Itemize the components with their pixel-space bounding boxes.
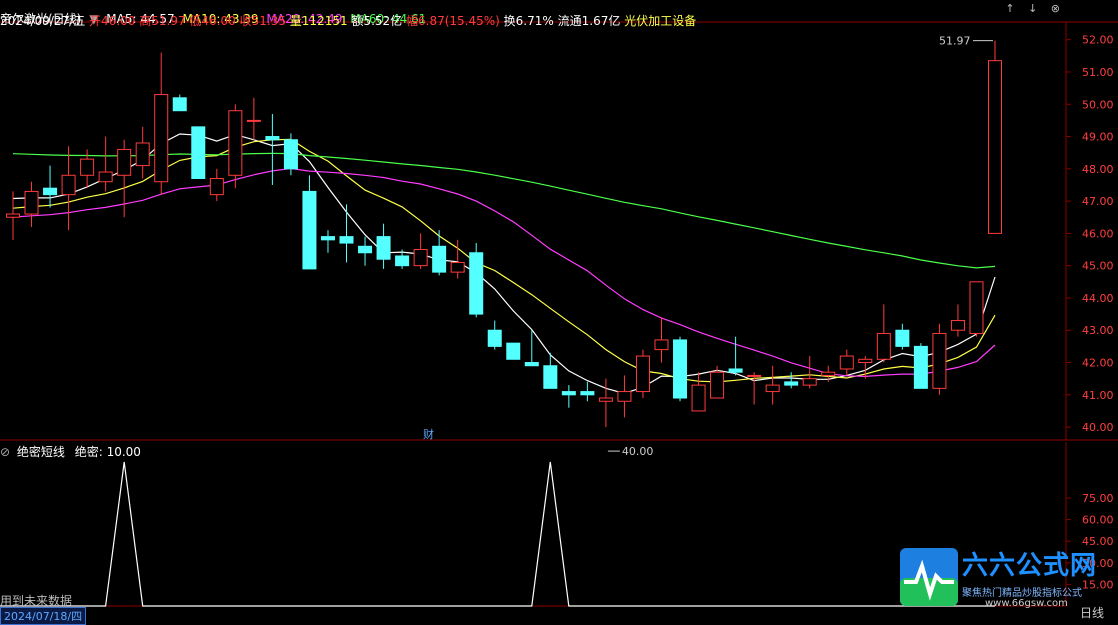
open-label: 开46.00: [89, 14, 136, 28]
price-tick-label: 50.00: [1082, 98, 1114, 111]
watermark-url: www.66gsw.com: [985, 598, 1068, 609]
candle[interactable]: [506, 342, 521, 360]
price-tick-label: 40.00: [1082, 421, 1114, 434]
sector-label[interactable]: 光伏加工设备: [624, 14, 696, 28]
main-chart-grid: [0, 21, 1118, 441]
candle[interactable]: [339, 204, 354, 263]
candle[interactable]: [487, 320, 502, 350]
date-label: 2024/09/27/五: [0, 14, 86, 28]
indicator-tick-label: 75.00: [1082, 492, 1114, 505]
candle[interactable]: [561, 385, 576, 408]
candle[interactable]: [876, 304, 891, 363]
candle[interactable]: [469, 243, 484, 318]
sub-header: ⊘ 绝密短线 绝密: 10.00: [0, 445, 141, 459]
low-price-label: 40.00: [622, 445, 654, 458]
top-toolbar: ↑ ↓ ⊗: [995, 2, 1060, 15]
chart-canvas: 40.00 41.00 42.00 43.00 44.00 45.00 46.00 47.00…: [0, 21, 1118, 607]
price-tick-label: 41.00: [1082, 389, 1114, 402]
candle[interactable]: [654, 317, 669, 363]
candle[interactable]: [765, 365, 780, 405]
candle[interactable]: [265, 113, 280, 185]
candle[interactable]: [691, 372, 706, 412]
price-tick-label: 49.00: [1082, 131, 1114, 144]
indicator-tick-label: 60.00: [1082, 514, 1114, 527]
candle[interactable]: [43, 165, 58, 208]
candle[interactable]: [283, 133, 298, 176]
high-label: 高51.97: [139, 14, 186, 28]
candle[interactable]: [913, 343, 928, 389]
candle[interactable]: [617, 375, 632, 418]
indicator-settings-icon[interactable]: ⊘: [0, 445, 10, 459]
price-tick-label: 44.00: [1082, 292, 1114, 305]
indicator-line: [0, 461, 995, 607]
candle[interactable]: [839, 349, 854, 376]
candle[interactable]: [895, 323, 910, 350]
candle[interactable]: [635, 349, 650, 399]
candle[interactable]: [24, 181, 39, 227]
float-label: 流通1.67亿: [557, 14, 621, 28]
candle[interactable]: [191, 126, 206, 180]
candle[interactable]: [320, 230, 335, 253]
indicator-name[interactable]: 绝密短线: [17, 445, 65, 459]
price-tick-label: 51.00: [1082, 66, 1114, 79]
candle[interactable]: [302, 175, 317, 270]
price-tick-label: 47.00: [1082, 195, 1114, 208]
volume-label: 量112151: [289, 14, 348, 28]
low-label: 低46.00: [189, 14, 236, 28]
price-annotations: 51.97 40.00 财: [423, 35, 993, 458]
candle[interactable]: [358, 236, 373, 266]
arrow-down-icon[interactable]: ↓: [1028, 2, 1037, 15]
candle[interactable]: [413, 233, 428, 269]
candle[interactable]: [932, 323, 947, 395]
candle[interactable]: [172, 94, 187, 112]
watermark-subtitle: 聚焦热门精品炒股指标公式: [962, 588, 1082, 599]
period-label[interactable]: 日线: [1080, 604, 1104, 621]
candle[interactable]: [209, 168, 224, 202]
indicator-value: 绝密: 10.00: [74, 445, 141, 459]
candle[interactable]: [802, 356, 817, 389]
candle[interactable]: [246, 97, 261, 140]
watermark-brand: 六六公式网: [962, 551, 1098, 581]
close-icon[interactable]: ⊗: [1051, 2, 1060, 15]
high-price-label: 51.97: [939, 35, 971, 48]
indicator-line-path: [0, 461, 995, 607]
change-label: 幅6.87(15.45%): [406, 14, 500, 28]
price-tick-label: 43.00: [1082, 324, 1114, 337]
quote-row: 2024/09/27/五 开46.00 高51.97 低46.00 收51.35…: [0, 14, 696, 28]
main-price-axis: 40.00 41.00 42.00 43.00 44.00 45.00 46.00 47.00…: [1082, 34, 1114, 434]
candle[interactable]: [228, 104, 243, 189]
price-tick-label: 48.00: [1082, 163, 1114, 176]
candle[interactable]: [969, 281, 984, 337]
candle[interactable]: [98, 136, 113, 192]
turnover-label: 换6.71%: [503, 14, 554, 28]
candle[interactable]: [580, 381, 595, 402]
ma20-line: [12, 167, 996, 378]
price-tick-label: 45.00: [1082, 260, 1114, 273]
candle[interactable]: [154, 52, 169, 195]
cursor-date-box: 2024/07/18/四: [0, 607, 87, 625]
price-tick-label: 52.00: [1082, 34, 1114, 47]
candle[interactable]: [988, 40, 1002, 234]
candlestick-series: [6, 40, 1002, 428]
candle[interactable]: [135, 126, 150, 179]
candle[interactable]: [432, 230, 447, 276]
close-label: 收51.35: [239, 14, 286, 28]
candle[interactable]: [61, 146, 76, 231]
price-tick-label: 42.00: [1082, 357, 1114, 370]
arrow-up-icon[interactable]: ↑: [1005, 2, 1014, 15]
price-tick-label: 46.00: [1082, 227, 1114, 240]
finance-marker[interactable]: 财: [423, 427, 434, 441]
amount-label: 额5.52亿: [351, 14, 403, 28]
candle[interactable]: [784, 372, 799, 389]
candle[interactable]: [673, 336, 688, 402]
candle[interactable]: [747, 372, 762, 405]
candle[interactable]: [117, 139, 132, 218]
candle[interactable]: [376, 223, 391, 269]
candle[interactable]: [950, 304, 965, 337]
